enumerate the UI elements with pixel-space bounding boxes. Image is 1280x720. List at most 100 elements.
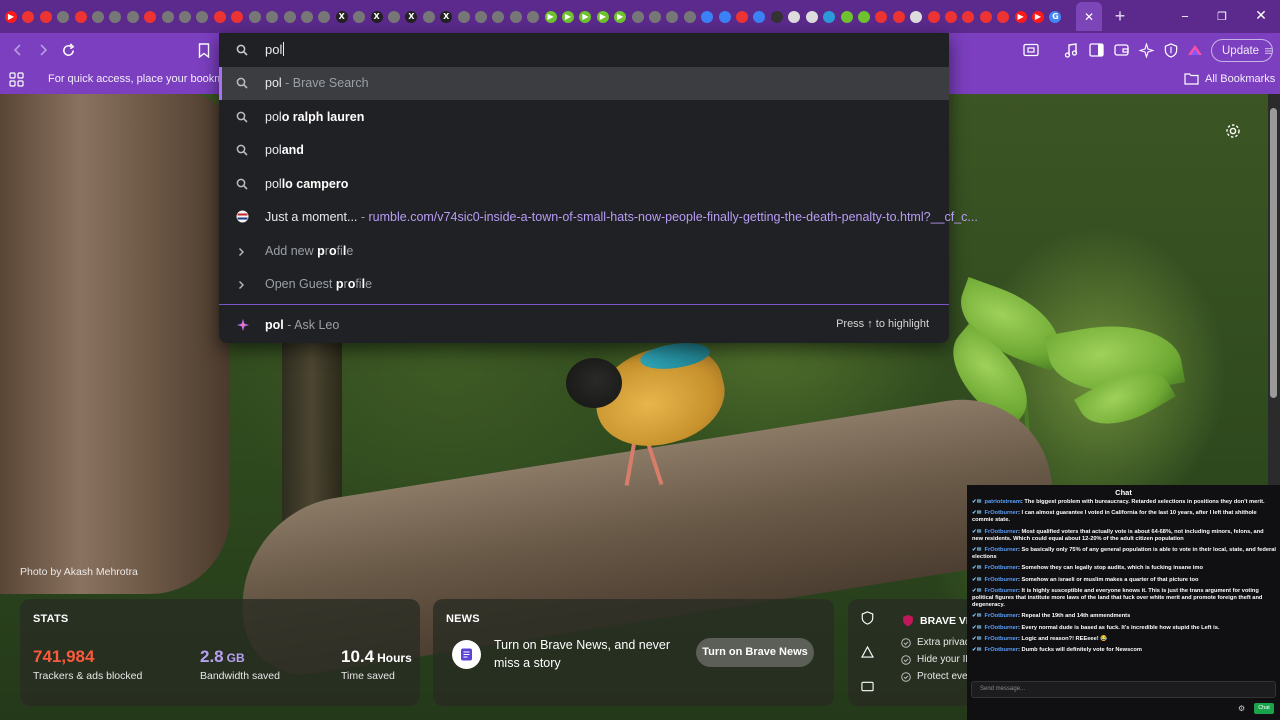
tab[interactable]: [90, 9, 106, 25]
tab[interactable]: X: [403, 9, 419, 25]
tab[interactable]: ▶: [612, 9, 628, 25]
tab[interactable]: [229, 9, 245, 25]
tab[interactable]: [664, 9, 680, 25]
tab[interactable]: [20, 9, 36, 25]
tab[interactable]: ▶: [3, 9, 19, 25]
reload-button[interactable]: [56, 38, 80, 62]
address-input[interactable]: pol: [265, 42, 285, 57]
new-tab-button[interactable]: +: [1108, 4, 1132, 28]
tab[interactable]: [804, 9, 820, 25]
tab-close-icon[interactable]: ✕: [1084, 10, 1094, 24]
tab[interactable]: [786, 9, 802, 25]
scrollbar-thumb[interactable]: [1270, 108, 1277, 398]
tab[interactable]: [821, 9, 837, 25]
tab[interactable]: [125, 9, 141, 25]
tab[interactable]: [525, 9, 541, 25]
card-icon[interactable]: [861, 681, 874, 692]
chat-username[interactable]: FrOotburner: [985, 577, 1019, 583]
update-button[interactable]: Update: [1211, 39, 1273, 62]
tab[interactable]: [891, 9, 907, 25]
tab[interactable]: [926, 9, 942, 25]
tab[interactable]: [73, 9, 89, 25]
tab[interactable]: ▶: [595, 9, 611, 25]
active-tab[interactable]: ✕: [1076, 2, 1102, 31]
omnibox-suggestion[interactable]: Just a moment... - rumble.com/v74sic0-in…: [219, 201, 978, 234]
chat-username[interactable]: FrOotburner: [985, 565, 1019, 571]
chat-settings-icon[interactable]: ⚙: [1238, 704, 1245, 713]
back-button[interactable]: [6, 38, 30, 62]
tab[interactable]: G: [1047, 9, 1063, 25]
all-bookmarks-button[interactable]: All Bookmarks: [1184, 72, 1275, 85]
tab[interactable]: [38, 9, 54, 25]
tab[interactable]: [177, 9, 193, 25]
tab[interactable]: [682, 9, 698, 25]
tab[interactable]: [960, 9, 976, 25]
tab[interactable]: [212, 9, 228, 25]
omnibox-suggestion[interactable]: Add new profile: [219, 235, 949, 268]
minimize-button[interactable]: ─: [1173, 6, 1197, 26]
tab[interactable]: [299, 9, 315, 25]
tab[interactable]: [978, 9, 994, 25]
omnibox-suggestion[interactable]: polo ralph lauren: [219, 101, 949, 134]
tab[interactable]: [908, 9, 924, 25]
wallet-button[interactable]: [1109, 38, 1133, 62]
tab[interactable]: [386, 9, 402, 25]
tab[interactable]: [839, 9, 855, 25]
tab[interactable]: [699, 9, 715, 25]
omnibox-suggestion[interactable]: poland: [219, 134, 949, 167]
tab[interactable]: [647, 9, 663, 25]
apps-button[interactable]: [9, 72, 24, 92]
screenshot-button[interactable]: [1019, 38, 1043, 62]
tab[interactable]: [630, 9, 646, 25]
chat-username[interactable]: FrOotburner: [985, 625, 1019, 631]
forward-button[interactable]: [31, 38, 55, 62]
omnibox-suggestion[interactable]: Open Guest profile: [219, 268, 949, 301]
address-bar[interactable]: pol: [219, 33, 949, 67]
tab[interactable]: [194, 9, 210, 25]
tab[interactable]: [142, 9, 158, 25]
tab[interactable]: X: [438, 9, 454, 25]
tab[interactable]: [351, 9, 367, 25]
tab[interactable]: [247, 9, 263, 25]
tab[interactable]: [107, 9, 123, 25]
chat-username[interactable]: FrOotburner: [985, 647, 1019, 653]
tab[interactable]: [943, 9, 959, 25]
tab[interactable]: [856, 9, 872, 25]
tab[interactable]: [421, 9, 437, 25]
tab[interactable]: [316, 9, 332, 25]
chat-username[interactable]: patriotstream: [985, 499, 1021, 505]
shields-button[interactable]: [1159, 38, 1183, 62]
tab[interactable]: ▶: [560, 9, 576, 25]
warning-triangle-icon[interactable]: [861, 646, 874, 658]
tab[interactable]: [769, 9, 785, 25]
leo-ai-button[interactable]: [1134, 38, 1158, 62]
tab[interactable]: [160, 9, 176, 25]
maximize-button[interactable]: ❐: [1210, 6, 1234, 26]
chat-username[interactable]: FrOotburner: [985, 529, 1019, 535]
chat-username[interactable]: FrOotburner: [985, 588, 1019, 594]
ntp-settings-button[interactable]: [1224, 122, 1242, 140]
tab[interactable]: [717, 9, 733, 25]
chat-username[interactable]: FrOotburner: [985, 613, 1019, 619]
turn-on-news-button[interactable]: Turn on Brave News: [696, 638, 814, 667]
sidebar-toggle-button[interactable]: [1084, 38, 1108, 62]
shield-icon[interactable]: [861, 611, 874, 625]
tab[interactable]: [734, 9, 750, 25]
tab[interactable]: [264, 9, 280, 25]
chat-username[interactable]: FrOotburner: [985, 510, 1019, 516]
tab[interactable]: [490, 9, 506, 25]
tab[interactable]: ▶: [1013, 9, 1029, 25]
rewards-button[interactable]: [1183, 38, 1207, 62]
ask-leo-suggestion[interactable]: pol - Ask Leo Press ↑ to highlight: [219, 309, 949, 341]
tab[interactable]: ▶: [1030, 9, 1046, 25]
tab[interactable]: [751, 9, 767, 25]
tab[interactable]: X: [369, 9, 385, 25]
playlist-button[interactable]: [1059, 38, 1083, 62]
tab[interactable]: ▶: [543, 9, 559, 25]
chat-username[interactable]: FrOotburner: [985, 636, 1019, 642]
tab[interactable]: [456, 9, 472, 25]
tab[interactable]: [473, 9, 489, 25]
photo-credit[interactable]: Photo by Akash Mehrotra: [20, 566, 138, 578]
chat-input[interactable]: Send message...: [971, 681, 1276, 698]
chat-username[interactable]: FrOotburner: [985, 547, 1019, 553]
